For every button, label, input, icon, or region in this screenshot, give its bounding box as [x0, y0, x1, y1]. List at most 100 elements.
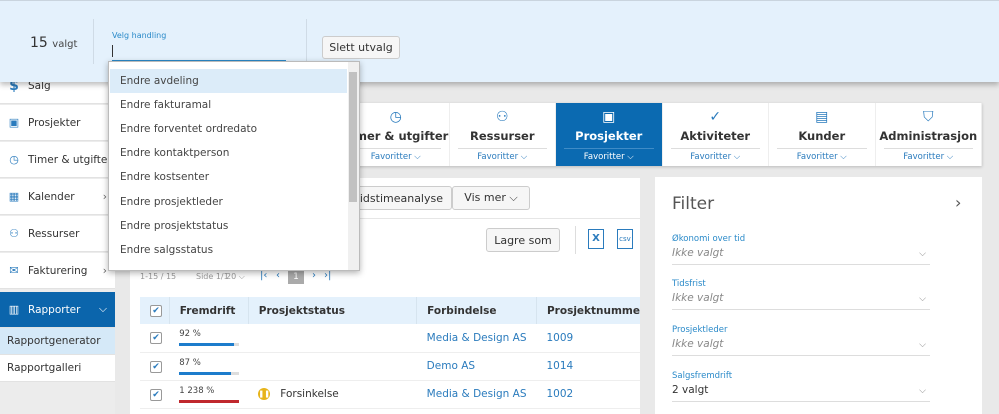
sidebar-item-fakturering[interactable]: ✉ Fakturering ›: [0, 253, 115, 289]
favorites-dropdown[interactable]: Favoritter ⌵: [670, 148, 760, 162]
filter-label: Prosjektleder: [672, 325, 728, 335]
pagination-range: 1-15 / 15: [140, 272, 177, 281]
users-icon: ⚇: [9, 227, 19, 240]
tab-aktiviteter[interactable]: ✓ Aktiviteter Favoritter ⌵: [663, 103, 769, 166]
dropdown-item[interactable]: Endre fakturamal: [110, 93, 347, 117]
first-page-icon[interactable]: |‹: [260, 270, 267, 281]
column-header[interactable]: Fremdrift: [169, 297, 249, 324]
tab-administrasjon[interactable]: ⛉ Administrasjon Favoritter ⌵: [876, 103, 982, 166]
selection-count: 15 valgt: [30, 35, 77, 51]
envelope-icon: ✉: [9, 264, 19, 277]
favorites-dropdown[interactable]: Favoritter ⌵: [777, 148, 867, 162]
more-button[interactable]: Vis mer ⌵: [452, 186, 530, 210]
sidebar-subitem-rapportgalleri[interactable]: Rapportgalleri: [0, 355, 115, 382]
tab-label: Aktiviteter: [680, 129, 751, 143]
filter-select-tidsfrist[interactable]: Ikke valgt ⌵: [672, 292, 930, 310]
tab-label: Prosjekter: [575, 129, 643, 143]
progress-text: 1 238 %: [179, 385, 215, 396]
csv-export-icon[interactable]: csv: [617, 229, 633, 249]
sidebar-item-timer[interactable]: ◷ Timer & utgifter: [0, 142, 115, 178]
action-dropdown[interactable]: Endre avdeling Endre fakturamal Endre fo…: [108, 61, 360, 271]
filter-select-salgsfremdrift[interactable]: 2 valgt ⌵: [672, 384, 930, 402]
sidebar-item-label: Rapporter: [28, 303, 81, 316]
filter-title: Filter: [672, 194, 715, 214]
per-page-select[interactable]: 20 ⌵: [226, 272, 245, 282]
customer-link[interactable]: Demo AS: [416, 352, 537, 381]
filter-select-okonomi[interactable]: Ikke valgt ⌵: [672, 247, 930, 265]
tab-prosjekter[interactable]: ▣ Prosjekter Favoritter ⌵: [556, 103, 663, 166]
dropdown-item[interactable]: Endre kontaktperson: [110, 141, 347, 165]
dropdown-item[interactable]: Endre salgsstatus: [110, 238, 347, 262]
project-number-link[interactable]: 1002: [536, 380, 640, 409]
folder-icon: ▣: [602, 109, 616, 125]
column-header[interactable]: Prosjektnumme: [536, 297, 640, 324]
progress-text: 87 %: [179, 357, 201, 368]
project-number-link[interactable]: 1009: [536, 324, 640, 353]
customer-link[interactable]: Media & Design AS: [416, 324, 537, 353]
current-page[interactable]: 1: [288, 270, 304, 284]
analysis-button[interactable]: beidstimeanalyse: [346, 186, 452, 210]
sidebar-item-rapporter[interactable]: ▥ Rapporter ⌵: [0, 292, 115, 328]
customer-link[interactable]: Media & Design AS: [416, 380, 537, 409]
sidebar-item-kalender[interactable]: ▦ Kalender ›: [0, 179, 115, 215]
table-header: ✔ Fremdrift Prosjektstatus Forbindelse P…: [140, 297, 640, 324]
filter-panel: Filter › Økonomi over tid Ikke valgt ⌵ Ti…: [655, 177, 982, 414]
sidebar-subitem-rapportgenerator[interactable]: Rapportgenerator: [0, 328, 115, 355]
table-row[interactable]: ✔ 87 % Demo AS 1014: [140, 352, 640, 381]
dropdown-item[interactable]: Endre prosjektleder: [110, 190, 347, 214]
filter-label: Tidsfrist: [672, 279, 706, 289]
tab-kunder[interactable]: ▤ Kunder Favoritter ⌵: [769, 103, 876, 166]
dropdown-item[interactable]: Endre prosjektstatus: [110, 214, 347, 238]
last-page-icon[interactable]: ›|: [324, 270, 331, 281]
sidebar-item-label: Fakturering: [28, 264, 88, 277]
clear-selection-button[interactable]: Slett utvalg: [322, 36, 400, 59]
excel-export-icon[interactable]: X: [588, 229, 604, 249]
favorites-dropdown[interactable]: Favoritter ⌵: [564, 148, 654, 162]
chevron-down-icon: ⌵: [919, 340, 926, 350]
table-row[interactable]: ✔ 1 238 % ❚❚ Forsinkelse Media & Design A…: [140, 380, 640, 409]
shield-icon: ⛉: [923, 109, 934, 125]
favorites-dropdown[interactable]: Favoritter ⌵: [457, 148, 547, 162]
next-page-icon[interactable]: ›: [312, 270, 316, 281]
filter-label: Salgsfremdrift: [672, 371, 733, 381]
status-text: Forsinkelse: [280, 388, 339, 400]
tab-label: Ressurser: [469, 129, 535, 143]
checkmarks-icon: ✓: [709, 109, 722, 125]
action-label: Velg handling: [112, 31, 167, 40]
text-caret: [112, 45, 113, 57]
scrollbar-thumb[interactable]: [349, 72, 357, 202]
save-as-button[interactable]: Lagre som: [486, 228, 560, 252]
dropdown-item[interactable]: Endre forventet ordredato: [110, 117, 347, 141]
row-checkbox[interactable]: ✔: [150, 332, 162, 345]
sidebar-item-prosjekter[interactable]: ▣ Prosjekter: [0, 105, 115, 141]
chevron-right-icon[interactable]: ›: [955, 193, 961, 212]
column-header[interactable]: Prosjektstatus: [248, 297, 418, 324]
select-all-checkbox[interactable]: ✔: [150, 305, 162, 317]
divider: [575, 226, 576, 254]
progress-text: 92 %: [179, 329, 201, 340]
chevron-down-icon: ⌵: [919, 386, 926, 396]
table-row[interactable]: ✔ 92 % Media & Design AS 1009: [140, 324, 640, 353]
tab-ressurser[interactable]: ⚇ Ressurser Favoritter ⌵: [450, 103, 556, 166]
status-cell: [248, 324, 417, 353]
favorites-dropdown[interactable]: Favoritter ⌵: [351, 148, 441, 162]
progress-fill: [179, 343, 235, 347]
divider: [93, 19, 94, 64]
dropdown-item[interactable]: Endre avdeling: [110, 69, 347, 93]
project-number-link[interactable]: 1014: [536, 352, 640, 381]
sidebar: $ Salg ▣ Prosjekter ◷ Timer & utgifter ▦ Kal…: [0, 68, 115, 414]
column-header[interactable]: Forbindelse: [416, 297, 537, 324]
row-checkbox[interactable]: ✔: [150, 360, 162, 373]
dropdown-item[interactable]: Endre kostsenter: [110, 165, 347, 189]
favorites-dropdown[interactable]: Favoritter ⌵: [883, 148, 973, 162]
action-input[interactable]: [112, 45, 286, 61]
sidebar-item-ressurser[interactable]: ⚇ Ressurser: [0, 216, 115, 252]
prev-page-icon[interactable]: ‹: [276, 270, 280, 281]
row-checkbox[interactable]: ✔: [150, 388, 162, 401]
tab-label: Administrasjon: [879, 129, 978, 143]
progress-bar: [179, 371, 240, 375]
filter-label: Økonomi over tid: [672, 234, 746, 244]
tab-label: Kunder: [798, 129, 846, 143]
chevron-right-icon: ›: [102, 190, 107, 203]
filter-select-prosjektleder[interactable]: Ikke valgt ⌵: [672, 338, 930, 356]
